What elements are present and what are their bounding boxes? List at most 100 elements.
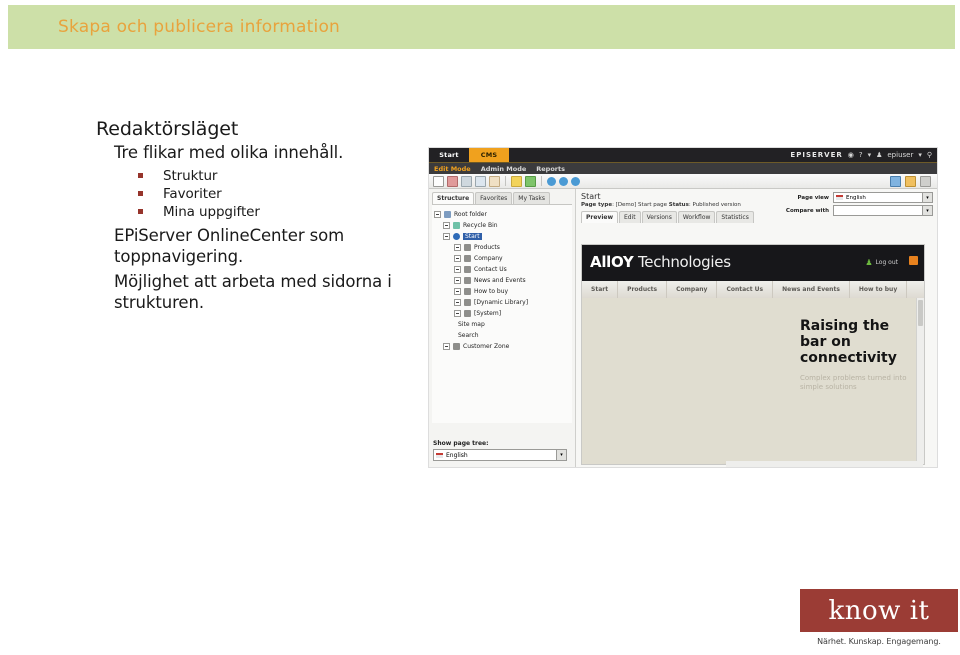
tree-node[interactable]: Site map	[434, 319, 570, 330]
tree-node[interactable]: Search	[434, 330, 570, 341]
page-icon	[464, 310, 471, 317]
list-item: Struktur	[138, 167, 396, 185]
globe-icon-3[interactable]	[571, 176, 580, 186]
scrollbar-thumb[interactable]	[918, 300, 923, 326]
bullet-label: Mina uppgifter	[163, 204, 260, 220]
publish-icon[interactable]	[525, 175, 536, 187]
tree-node[interactable]: Contact Us	[434, 264, 570, 275]
tree-node[interactable]: News and Events	[434, 275, 570, 286]
expand-icon[interactable]	[454, 255, 461, 262]
tree-node[interactable]: Company	[434, 253, 570, 264]
tree-node-label: News and Events	[474, 277, 526, 284]
preview-horizontal-scrollbar[interactable]	[726, 461, 923, 467]
tab-start[interactable]: Start	[429, 148, 469, 162]
panel-icon[interactable]	[890, 175, 901, 187]
tab-my-tasks[interactable]: My Tasks	[513, 192, 550, 204]
tree-node[interactable]: Root folder	[434, 209, 570, 220]
tab-statistics[interactable]: Statistics	[716, 211, 754, 223]
list-icon[interactable]	[920, 175, 931, 187]
rss-icon[interactable]	[909, 256, 918, 265]
compare-with-row: Compare with ▾	[773, 205, 933, 216]
tab-cms[interactable]: CMS	[469, 148, 509, 162]
new-page-icon[interactable]	[433, 175, 444, 187]
expand-icon[interactable]	[454, 288, 461, 295]
alloy-logo-a: A	[590, 253, 602, 271]
alloy-nav-how-to-buy[interactable]: How to buy	[850, 281, 908, 298]
alloy-nav-start[interactable]: Start	[582, 281, 619, 298]
menu-edit-mode[interactable]: Edit Mode	[434, 165, 471, 173]
cut-icon[interactable]	[461, 175, 472, 187]
tree-body[interactable]: Root folder Recycle Bin Start Products C…	[432, 204, 572, 423]
chevron-down-icon[interactable]: ▾	[556, 450, 566, 460]
list-item: Favoriter	[138, 185, 396, 203]
tree-node[interactable]: Customer Zone	[434, 341, 570, 352]
tree-node[interactable]: [Dynamic Library]	[434, 297, 570, 308]
expand-icon[interactable]	[454, 266, 461, 273]
help-icon[interactable]: ?	[859, 151, 863, 159]
flag-icon	[836, 195, 843, 200]
alloy-hero-sub: Complex problems turned into simple solu…	[800, 374, 907, 391]
show-page-tree-label: Show page tree:	[433, 440, 489, 447]
expand-icon[interactable]	[443, 343, 450, 350]
alloy-logout-label: Log out	[875, 259, 898, 266]
page-view-select[interactable]: English ▾	[833, 192, 933, 203]
globe-icon-2[interactable]	[559, 176, 568, 186]
copy-icon[interactable]	[475, 175, 486, 187]
expand-icon[interactable]	[454, 299, 461, 306]
page-icon	[453, 233, 460, 240]
chevron-down-icon[interactable]: ▾	[868, 151, 872, 159]
content-column: Redaktörsläget Tre flikar med olika inne…	[96, 118, 396, 313]
page-title: Skapa och publicera information	[58, 17, 341, 37]
tree-footer: Show page tree: English ▾	[433, 440, 567, 461]
alloy-nav-company[interactable]: Company	[667, 281, 718, 298]
tree-node[interactable]: Recycle Bin	[434, 220, 570, 231]
eye-icon[interactable]: ◉	[848, 151, 854, 159]
tree-node[interactable]: Products	[434, 242, 570, 253]
recycle-icon	[453, 222, 460, 229]
episerver-screenshot: Start CMS EPISERVER ◉ ? ▾ ♟ epiuser ▾ ⚲ …	[428, 147, 938, 468]
chevron-down-icon[interactable]: ▾	[918, 151, 922, 159]
tab-versions[interactable]: Versions	[641, 211, 677, 223]
compare-with-select[interactable]: ▾	[833, 205, 933, 216]
tab-workflow[interactable]: Workflow	[677, 211, 716, 223]
expand-icon[interactable]	[454, 277, 461, 284]
tree-language-select[interactable]: English ▾	[433, 449, 567, 461]
expand-icon[interactable]	[434, 211, 441, 218]
collapse-icon[interactable]	[443, 233, 450, 240]
tab-edit[interactable]: Edit	[619, 211, 641, 223]
search-icon[interactable]: ⚲	[927, 151, 932, 159]
delete-page-icon[interactable]	[447, 175, 458, 187]
tree-tabs: Structure Favorites My Tasks	[429, 189, 575, 204]
tree-node[interactable]: [System]	[434, 308, 570, 319]
globe-icon-1[interactable]	[547, 176, 556, 186]
edit-icon[interactable]	[511, 175, 522, 187]
content-line-sidor: Möjlighet att arbeta med sidorna i struk…	[114, 272, 392, 312]
episerver-menu-row: Edit Mode Admin Mode Reports	[429, 162, 937, 174]
tree-node-label: Search	[458, 332, 479, 339]
alloy-nav-products[interactable]: Products	[618, 281, 668, 298]
lock-icon[interactable]	[905, 175, 916, 187]
tab-favorites[interactable]: Favorites	[475, 192, 513, 204]
tab-structure[interactable]: Structure	[432, 192, 475, 204]
chevron-down-icon[interactable]: ▾	[922, 206, 932, 215]
tree-node-label: Site map	[458, 321, 485, 328]
page-icon	[464, 266, 471, 273]
tab-preview[interactable]: Preview	[581, 211, 619, 223]
menu-reports[interactable]: Reports	[536, 165, 565, 173]
page-type-label: Page type	[581, 202, 613, 208]
tree-node-label: Company	[474, 255, 503, 262]
alloy-logout[interactable]: ♟ Log out	[865, 258, 898, 267]
topbar-right-zone: EPISERVER ◉ ? ▾ ♟ epiuser ▾ ⚲	[790, 148, 937, 162]
tree-node[interactable]: How to buy	[434, 286, 570, 297]
alloy-nav-news[interactable]: News and Events	[773, 281, 850, 298]
menu-admin-mode[interactable]: Admin Mode	[481, 165, 527, 173]
preview-vertical-scrollbar[interactable]	[916, 298, 924, 464]
alloy-nav-contact-us[interactable]: Contact Us	[717, 281, 774, 298]
expand-icon[interactable]	[443, 222, 450, 229]
expand-icon[interactable]	[454, 244, 461, 251]
user-label[interactable]: epiuser	[887, 151, 913, 159]
paste-icon[interactable]	[489, 175, 500, 187]
chevron-down-icon[interactable]: ▾	[922, 193, 932, 202]
expand-icon[interactable]	[454, 310, 461, 317]
tree-node[interactable]: Start	[434, 231, 570, 242]
